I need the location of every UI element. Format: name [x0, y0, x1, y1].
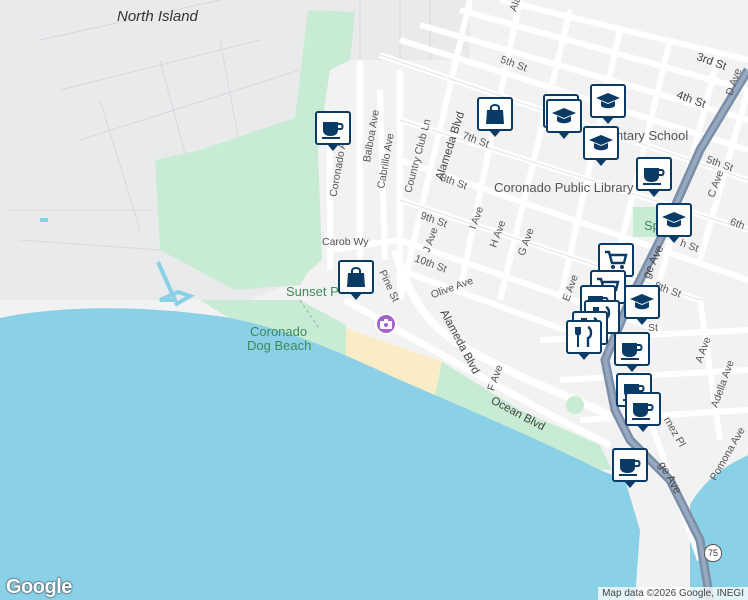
camera-icon[interactable] — [375, 313, 397, 335]
coffee-cup-icon — [619, 459, 641, 476]
coffee-cup-icon — [643, 168, 665, 185]
school-cap-icon — [552, 108, 576, 124]
shopping-bag-icon — [347, 267, 365, 287]
school-cap-icon — [589, 135, 613, 151]
shopping-bag-marker[interactable] — [477, 97, 513, 137]
school-marker[interactable] — [583, 126, 619, 166]
coffee-shop-marker[interactable] — [625, 392, 661, 432]
school-cap-icon — [596, 93, 620, 109]
school-marker[interactable] — [624, 285, 660, 325]
dog-beach-label-line2: Dog Beach — [247, 338, 312, 353]
library-label: Coronado Public Library — [494, 180, 634, 195]
coffee-shop-marker[interactable] — [636, 157, 672, 197]
shopping-bag-marker[interactable] — [338, 260, 374, 300]
highway-75-shield: 75 — [704, 544, 722, 562]
shopping-bag-icon — [486, 104, 504, 124]
school-cap-icon — [662, 212, 686, 228]
restaurant-marker[interactable] — [566, 320, 602, 360]
dog-beach-label-line1: Coronado — [250, 324, 308, 339]
coffee-cup-icon — [632, 403, 654, 420]
google-logo[interactable]: Google — [6, 576, 72, 599]
map-attribution[interactable]: Map data ©2026 Google, INEGI — [598, 587, 748, 600]
carob-wy-label: Carob Wy — [322, 236, 369, 248]
school-cap-icon — [630, 294, 654, 310]
north-island-label: North Island — [117, 8, 198, 25]
school-marker[interactable] — [656, 203, 692, 243]
fork-knife-icon — [575, 325, 593, 347]
coffee-shop-marker[interactable] — [614, 332, 650, 372]
coffee-cup-icon — [621, 343, 643, 360]
st-fragment-label: St — [648, 322, 658, 334]
school-marker[interactable] — [590, 84, 626, 124]
school-marker[interactable] — [546, 99, 582, 139]
shopping-cart-icon — [605, 250, 628, 269]
coffee-shop-marker[interactable] — [315, 111, 351, 151]
map-canvas[interactable]: North Island Ala 3rd St 4th St 5th St 5t… — [0, 0, 748, 600]
coffee-cup-icon — [322, 122, 344, 139]
coffee-shop-marker[interactable] — [612, 448, 648, 488]
elementary-school-label: ntary School — [616, 128, 689, 143]
sunset-park-label: Sunset P — [286, 284, 339, 299]
